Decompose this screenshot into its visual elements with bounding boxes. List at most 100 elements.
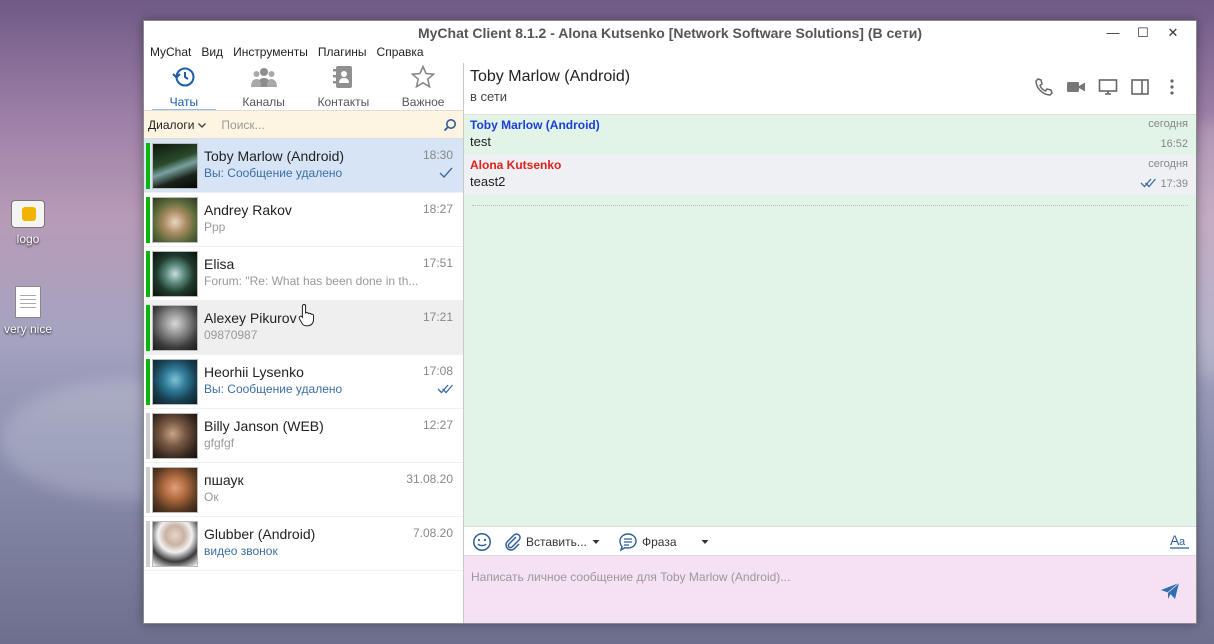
read-check-icon: [437, 384, 453, 394]
unread-separator: [472, 205, 1188, 206]
message-toolbar: Вставить... Фраза Aa: [464, 526, 1196, 556]
chevron-down-icon: [198, 122, 207, 128]
dialog-time: 17:08: [422, 364, 453, 378]
dialog-name: Heorhii Lysenko: [204, 364, 304, 380]
tab-important[interactable]: Важное: [383, 63, 463, 110]
online-indicator: [146, 305, 150, 351]
dialog-preview: 09870987: [204, 328, 258, 342]
dialog-time: 18:27: [422, 202, 453, 216]
message-day: сегодня: [1148, 158, 1188, 170]
avatar: [152, 359, 198, 405]
online-indicator: [146, 359, 150, 405]
screen-share-icon[interactable]: [1092, 77, 1124, 97]
chat-header: Toby Marlow (Android) в сети: [464, 63, 1196, 115]
chat-contact-status: в сети: [470, 89, 508, 104]
desktop-icon-label: logo: [16, 232, 40, 246]
star-icon: [383, 65, 463, 89]
dialog-item[interactable]: Heorhii Lysenko 17:08 Вы: Сообщение удал…: [144, 355, 463, 409]
dialogs-list: Toby Marlow (Android) 18:30 Вы: Сообщени…: [144, 139, 463, 571]
dialog-name: Glubber (Android): [204, 526, 316, 542]
desktop-icon-logo[interactable]: logo: [0, 200, 58, 246]
more-vertical-icon[interactable]: [1156, 77, 1188, 97]
phone-icon[interactable]: [1028, 77, 1060, 97]
search-icon[interactable]: [443, 118, 457, 132]
dialog-preview: Forum: "Re: What has been done in th...: [204, 274, 419, 288]
message-time: 17:39: [1160, 178, 1188, 190]
avatar: [152, 197, 198, 243]
tab-label: Контакты: [317, 95, 370, 109]
avatar: [152, 467, 198, 513]
message-composer[interactable]: Написать личное сообщение для Toby Marlo…: [464, 556, 1196, 623]
offline-indicator: [146, 521, 150, 567]
dialog-name: Billy Janson (WEB): [204, 418, 324, 434]
chevron-down-icon: [592, 540, 600, 544]
dialog-preview: видео звонок: [204, 544, 278, 558]
menu-bar: MyChat Вид Инструменты Плагины Справка: [144, 45, 1196, 63]
desktop-icon-label: very nice: [3, 322, 53, 336]
offline-indicator: [146, 467, 150, 513]
title-bar[interactable]: MyChat Client 8.1.2 - Alona Kutsenko [Ne…: [144, 21, 1196, 45]
menu-mychat[interactable]: MyChat: [150, 45, 191, 63]
send-icon[interactable]: [1160, 582, 1180, 600]
dialog-time: 18:30: [422, 148, 453, 162]
minimize-button[interactable]: —: [1098, 23, 1128, 43]
menu-view[interactable]: Вид: [201, 45, 223, 63]
message-text: teast2: [470, 174, 506, 189]
insert-label: Вставить...: [526, 535, 587, 549]
tab-channels[interactable]: Каналы: [224, 63, 304, 110]
avatar: [152, 143, 198, 189]
maximize-button[interactable]: ☐: [1128, 23, 1158, 43]
tab-chats[interactable]: Чаты: [144, 63, 224, 110]
speech-bubble-icon: [619, 533, 637, 552]
menu-tools[interactable]: Инструменты: [233, 45, 308, 63]
avatar: [152, 251, 198, 297]
phrase-button[interactable]: Фраза: [618, 532, 709, 552]
dialog-item[interactable]: Elisa 17:51 Forum: "Re: What has been do…: [144, 247, 463, 301]
desktop-icon-very-nice[interactable]: very nice: [0, 286, 58, 336]
close-button[interactable]: ✕: [1158, 23, 1188, 43]
dialog-name: пшаук: [204, 472, 244, 488]
avatar: [152, 521, 198, 567]
svg-text:a: a: [1179, 536, 1186, 548]
menu-plugins[interactable]: Плагины: [318, 45, 367, 63]
dialogs-dropdown[interactable]: Диалоги: [148, 118, 207, 132]
message-list: Toby Marlow (Android) test сегодня 16:52…: [464, 115, 1196, 526]
message-time: 16:52: [1160, 138, 1188, 150]
message[interactable]: Toby Marlow (Android) test сегодня 16:52: [464, 115, 1196, 155]
font-size-icon[interactable]: Aa: [1170, 532, 1190, 550]
hand-cursor-icon: [298, 303, 314, 327]
video-camera-icon[interactable]: [1060, 77, 1092, 97]
message[interactable]: Alona Kutsenko teast2 сегодня 17:39: [464, 155, 1196, 195]
message-input[interactable]: Написать личное сообщение для Toby Marlo…: [471, 570, 790, 584]
dialog-item[interactable]: пшаук 31.08.20 Ок: [144, 463, 463, 517]
tab-label: Чаты: [169, 95, 199, 109]
address-book-icon: [304, 65, 384, 89]
tab-contacts[interactable]: Контакты: [304, 63, 384, 110]
dialog-item[interactable]: Glubber (Android) 7.08.20 видео звонок: [144, 517, 463, 571]
message-text: test: [470, 134, 491, 149]
menu-help[interactable]: Справка: [377, 45, 424, 63]
dialog-preview: Вы: Сообщение удалено: [204, 166, 343, 180]
phrase-label: Фраза: [642, 535, 677, 549]
online-indicator: [146, 143, 150, 189]
search-input[interactable]: Поиск...: [221, 118, 264, 132]
dialog-item[interactable]: Andrey Rakov 18:27 Ppp: [144, 193, 463, 247]
chat-contact-name: Toby Marlow (Android): [470, 68, 631, 85]
online-indicator: [146, 197, 150, 243]
avatar: [152, 413, 198, 459]
paperclip-icon: [505, 533, 521, 551]
offline-indicator: [146, 413, 150, 459]
online-indicator: [146, 251, 150, 297]
avatar: [152, 305, 198, 351]
insert-button[interactable]: Вставить...: [502, 532, 600, 552]
dialogs-filter-bar: Диалоги Поиск...: [144, 111, 463, 139]
read-check-icon: [1140, 178, 1156, 188]
dialog-name: Alexey Pikurov: [204, 310, 297, 326]
dialog-preview: Вы: Сообщение удалено: [204, 382, 343, 396]
dialog-item[interactable]: Toby Marlow (Android) 18:30 Вы: Сообщени…: [144, 139, 463, 193]
side-panel-icon[interactable]: [1124, 77, 1156, 97]
dialog-time: 31.08.20: [406, 472, 453, 486]
emoji-icon[interactable]: [472, 532, 492, 552]
dialog-time: 17:21: [422, 310, 453, 324]
dialog-item[interactable]: Billy Janson (WEB) 12:27 gfgfgf: [144, 409, 463, 463]
